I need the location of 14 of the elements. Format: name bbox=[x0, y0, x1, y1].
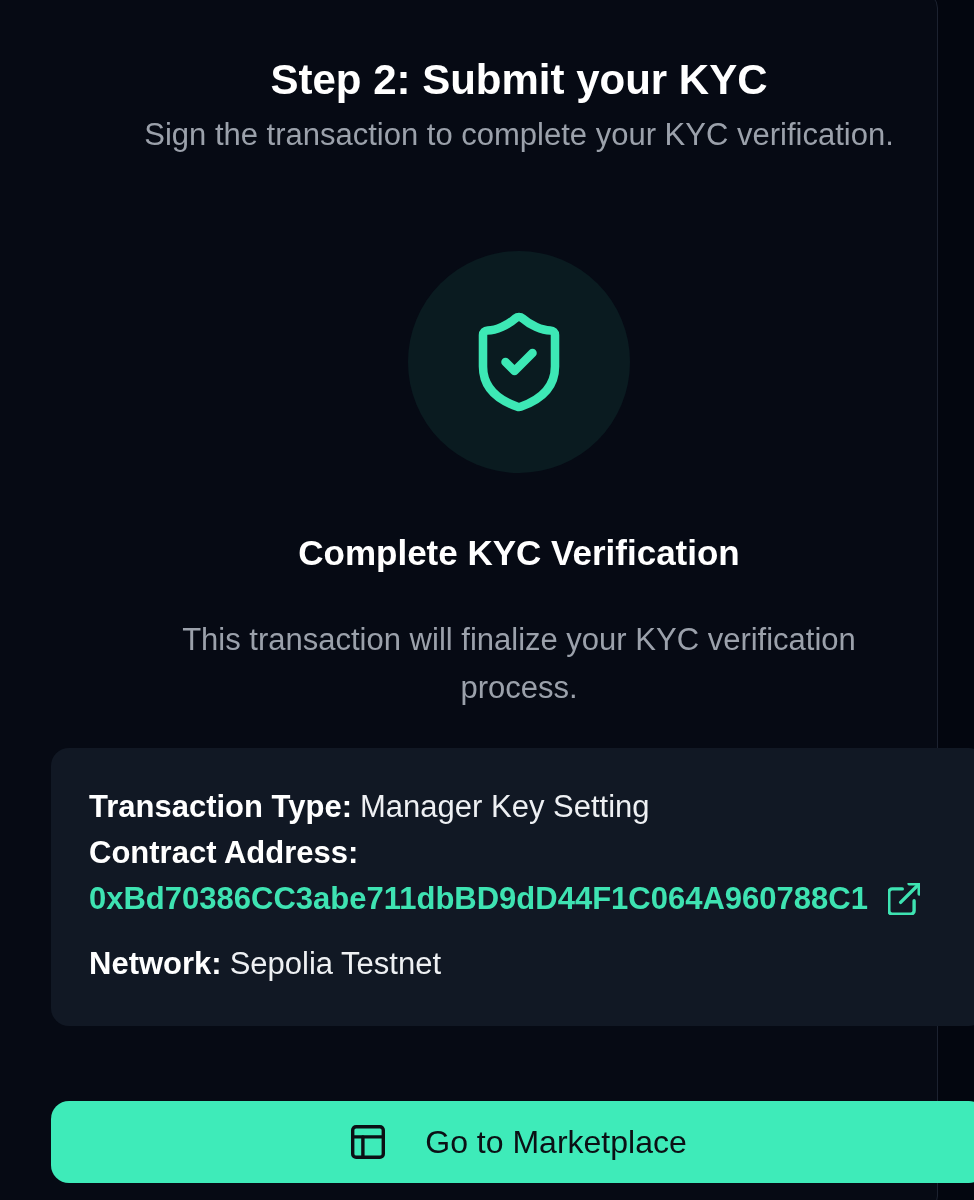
shield-check-icon bbox=[408, 251, 630, 473]
detail-label: Network: bbox=[89, 945, 222, 983]
contract-address-link[interactable]: 0xBd70386CC3abe711dbBD9dD44F1C064A960788C1 bbox=[89, 876, 868, 922]
detail-value: Sepolia Testnet bbox=[229, 945, 442, 983]
detail-label: Contract Address: bbox=[89, 834, 359, 872]
marketplace-button[interactable]: Go to Marketplace bbox=[51, 1101, 974, 1183]
status-description: This transaction will finalize your KYC verification process. bbox=[181, 621, 857, 707]
step-title: Step 2: Submit your KYC bbox=[270, 56, 768, 104]
layout-icon bbox=[351, 1125, 386, 1159]
detail-value: Manager Key Setting bbox=[360, 788, 650, 826]
external-link-icon[interactable] bbox=[887, 883, 920, 915]
detail-label: Transaction Type: bbox=[89, 788, 352, 826]
status-heading: Complete KYC Verification bbox=[298, 532, 740, 574]
step-subtitle: Sign the transaction to complete your KYC verification. bbox=[144, 117, 894, 153]
